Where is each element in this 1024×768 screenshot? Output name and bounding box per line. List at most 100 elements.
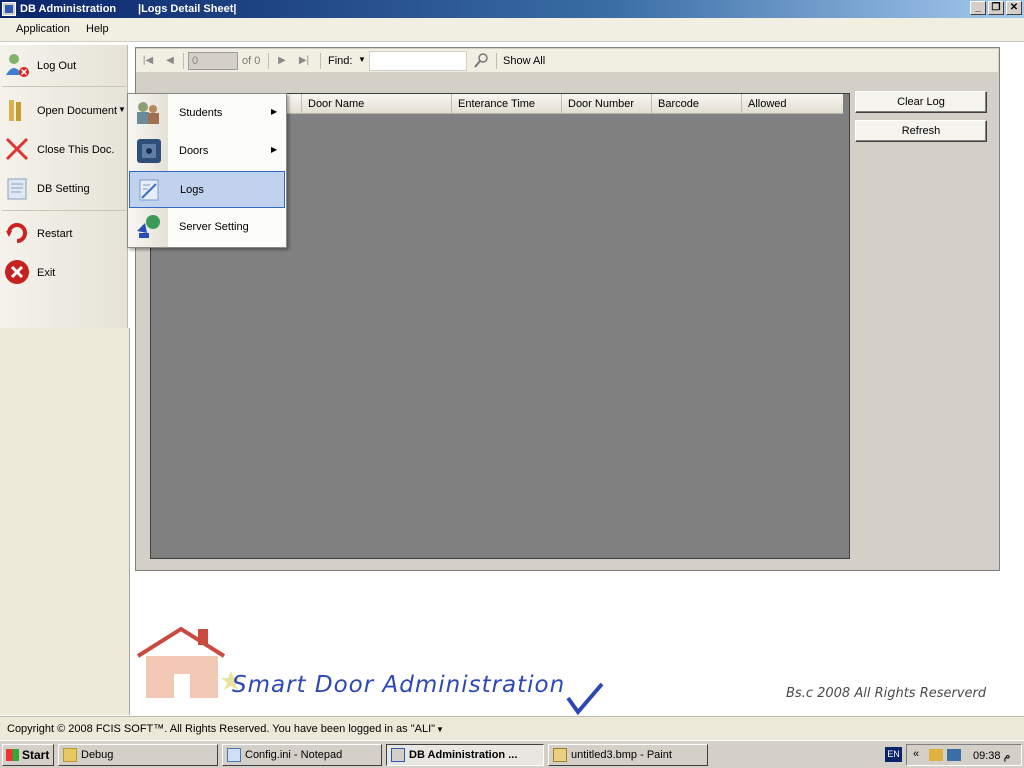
books-icon: [9, 100, 21, 121]
start-button[interactable]: Start: [2, 744, 54, 766]
search-icon[interactable]: [472, 52, 490, 70]
record-count-label: of 0: [242, 55, 261, 67]
toolbar-separator: [496, 53, 497, 69]
chevron-down-icon: ▼: [118, 105, 126, 114]
sidebar-divider: [2, 210, 126, 211]
column-allowed[interactable]: Allowed: [741, 94, 843, 114]
menu-item-label: Logs: [180, 184, 204, 196]
minimize-button[interactable]: _: [970, 1, 986, 15]
user-logout-icon: [6, 54, 29, 77]
column-barcode[interactable]: Barcode: [651, 94, 741, 114]
windows-logo-icon: [6, 749, 19, 761]
students-icon: [137, 102, 159, 124]
menu-bar: Application Help: [0, 18, 1024, 42]
toolbar-separator: [268, 53, 269, 69]
brand-title: Smart Door Administration: [232, 672, 566, 698]
find-input[interactable]: [369, 51, 467, 71]
notepad-icon: [227, 748, 241, 762]
start-label: Start: [22, 748, 50, 762]
language-indicator[interactable]: EN: [885, 747, 902, 762]
chevron-left-icon[interactable]: «: [913, 748, 919, 760]
previous-record-icon[interactable]: ◀: [162, 53, 178, 69]
rights-text: Bs.c 2008 All Rights Reserverd: [786, 686, 987, 701]
tray-icon[interactable]: [929, 749, 943, 761]
door-icon: [137, 139, 161, 163]
task-notepad[interactable]: Config.ini - Notepad: [222, 744, 382, 766]
window-subtitle: |Logs Detail Sheet|: [138, 3, 237, 15]
db-setting-button[interactable]: DB Setting: [0, 170, 128, 206]
toolbar-separator: [320, 53, 321, 69]
menu-item-doors[interactable]: Doors ▶: [129, 133, 285, 170]
next-record-icon[interactable]: ▶: [274, 53, 290, 69]
sidebar: Log Out Open Document ▼ Close This Doc. …: [0, 45, 128, 328]
open-document-menu: Students ▶ Doors ▶ Logs Server Setting: [127, 93, 287, 248]
restart-label: Restart: [37, 228, 73, 240]
close-button[interactable]: ✕: [1006, 1, 1022, 15]
task-paint[interactable]: untitled3.bmp - Paint: [548, 744, 708, 766]
close-doc-button[interactable]: Close This Doc.: [0, 131, 128, 167]
window-title: DB Administration: [20, 3, 117, 15]
menu-item-label: Students: [179, 107, 223, 119]
menu-item-label: Server Setting: [179, 221, 249, 233]
menu-application[interactable]: Application: [16, 23, 70, 35]
show-all-button[interactable]: Show All: [503, 55, 545, 67]
column-door-name[interactable]: Door Name: [301, 94, 453, 114]
restart-icon: [6, 223, 27, 243]
folder-icon: [63, 748, 77, 762]
menu-item-label: Doors: [179, 145, 209, 157]
last-record-icon[interactable]: ▶|: [296, 53, 312, 69]
exit-label: Exit: [37, 267, 56, 279]
task-label: Config.ini - Notepad: [245, 749, 343, 761]
left-work-area: [0, 328, 130, 715]
open-document-label: Open Document: [37, 105, 118, 117]
app-icon: [391, 748, 405, 762]
exit-button[interactable]: Exit: [0, 254, 128, 290]
logout-button[interactable]: Log Out: [0, 47, 128, 83]
restart-button[interactable]: Restart: [0, 215, 128, 251]
app-icon[interactable]: [2, 2, 16, 16]
server-icon: [137, 215, 160, 238]
menu-help[interactable]: Help: [86, 23, 109, 35]
navigation-toolbar: |◀ ◀ 0 of 0 ▶ ▶| Find: ▼ Show All: [136, 49, 998, 73]
network-icon[interactable]: [947, 749, 961, 761]
system-tray: « 09:38 م: [906, 744, 1022, 766]
column-door-number[interactable]: Door Number: [561, 94, 651, 114]
status-bar: Copyright © 2008 FCIS SOFT™. All Rights …: [0, 716, 1024, 740]
title-bar: DB Administration |Logs Detail Sheet| _ …: [0, 0, 1024, 18]
logout-label: Log Out: [37, 60, 77, 72]
refresh-button[interactable]: Refresh: [855, 120, 987, 142]
sidebar-divider: [2, 86, 126, 87]
clock: 09:38 م: [973, 750, 1011, 762]
restore-button[interactable]: ❐: [988, 1, 1004, 15]
task-debug[interactable]: Debug: [58, 744, 218, 766]
toolbar-separator: [183, 53, 184, 69]
exit-icon: [5, 260, 29, 284]
find-label[interactable]: Find:: [328, 55, 352, 67]
database-settings-icon: [7, 178, 27, 200]
chevron-right-icon: ▶: [271, 145, 278, 154]
paint-icon: [553, 748, 567, 762]
status-text: Copyright © 2008 FCIS SOFT™. All Rights …: [7, 723, 436, 735]
task-label: DB Administration ...: [409, 749, 518, 761]
column-entrance-time[interactable]: Enterance Time: [451, 94, 561, 114]
task-db-administration[interactable]: DB Administration ...: [386, 744, 544, 766]
open-document-button[interactable]: Open Document ▼: [0, 92, 128, 128]
window-controls: _ ❐ ✕: [970, 1, 1022, 15]
menu-item-server-setting[interactable]: Server Setting: [129, 209, 285, 246]
first-record-icon[interactable]: |◀: [140, 53, 156, 69]
taskbar: Start Debug Config.ini - Notepad DB Admi…: [0, 740, 1024, 768]
chevron-right-icon: ▶: [271, 107, 278, 116]
chevron-down-icon[interactable]: ▼: [436, 725, 444, 734]
house-logo-icon: [136, 626, 241, 698]
logs-icon: [139, 179, 159, 201]
task-label: Debug: [81, 749, 114, 761]
close-doc-label: Close This Doc.: [37, 144, 115, 156]
clear-log-button[interactable]: Clear Log: [855, 91, 987, 113]
close-x-icon: [5, 137, 29, 161]
record-position-input[interactable]: 0: [188, 52, 238, 70]
menu-item-logs[interactable]: Logs: [129, 171, 285, 208]
db-setting-label: DB Setting: [37, 183, 90, 195]
task-label: untitled3.bmp - Paint: [571, 749, 672, 761]
menu-item-students[interactable]: Students ▶: [129, 95, 285, 132]
chevron-down-icon[interactable]: ▼: [358, 55, 366, 64]
